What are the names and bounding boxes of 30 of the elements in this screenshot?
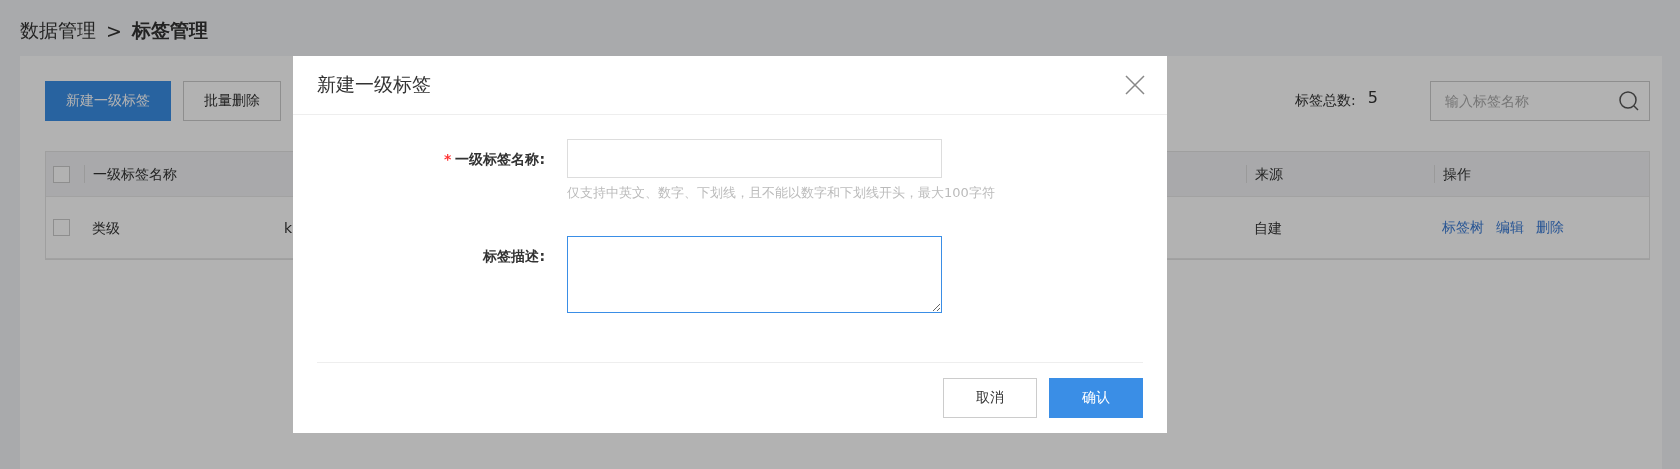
column-header: 操作 bbox=[1443, 166, 1471, 182]
table-cell: 类级 bbox=[92, 219, 120, 236]
field-hint: 仅支持中英文、数字、下划线，且不能以数字和下划线开头，最大100字符 bbox=[567, 184, 995, 202]
field-label: * 一级标签名称: bbox=[443, 150, 545, 169]
new-tag-button[interactable]: 新建一级标签 bbox=[45, 81, 171, 121]
required-mark: * bbox=[444, 151, 452, 167]
field-label: 标签描述: bbox=[482, 247, 545, 266]
table-cell: 自建 bbox=[1254, 219, 1282, 236]
dialog-title: 新建一级标签 bbox=[317, 72, 431, 97]
column-header: 来源 bbox=[1255, 166, 1283, 182]
row-checkbox[interactable] bbox=[53, 219, 70, 236]
confirm-button[interactable]: 确认 bbox=[1049, 378, 1143, 418]
search-icon[interactable] bbox=[1618, 90, 1640, 112]
action-link[interactable]: 标签树 bbox=[1442, 218, 1484, 237]
page-title: 标签管理 bbox=[131, 18, 208, 43]
close-button[interactable] bbox=[1123, 73, 1147, 97]
column-header: 一级标签名称 bbox=[93, 166, 177, 182]
breadcrumb-separator: > bbox=[106, 20, 122, 42]
select-all-checkbox[interactable] bbox=[53, 165, 70, 183]
description-field[interactable] bbox=[567, 236, 942, 313]
action-link[interactable]: 删除 bbox=[1536, 218, 1564, 237]
action-link[interactable]: 编辑 bbox=[1496, 218, 1524, 237]
batch-delete-button[interactable]: 批量删除 bbox=[183, 81, 281, 121]
name-field[interactable] bbox=[567, 139, 942, 178]
tag-count-label: 标签总数: bbox=[1295, 92, 1356, 110]
breadcrumb-link[interactable]: 数据管理 bbox=[20, 18, 96, 44]
table-cell: k bbox=[284, 219, 293, 236]
search-field[interactable]: 输入标签名称 bbox=[1430, 81, 1650, 121]
tag-count: 5 bbox=[1367, 87, 1378, 107]
cancel-button[interactable]: 取消 bbox=[943, 378, 1037, 418]
